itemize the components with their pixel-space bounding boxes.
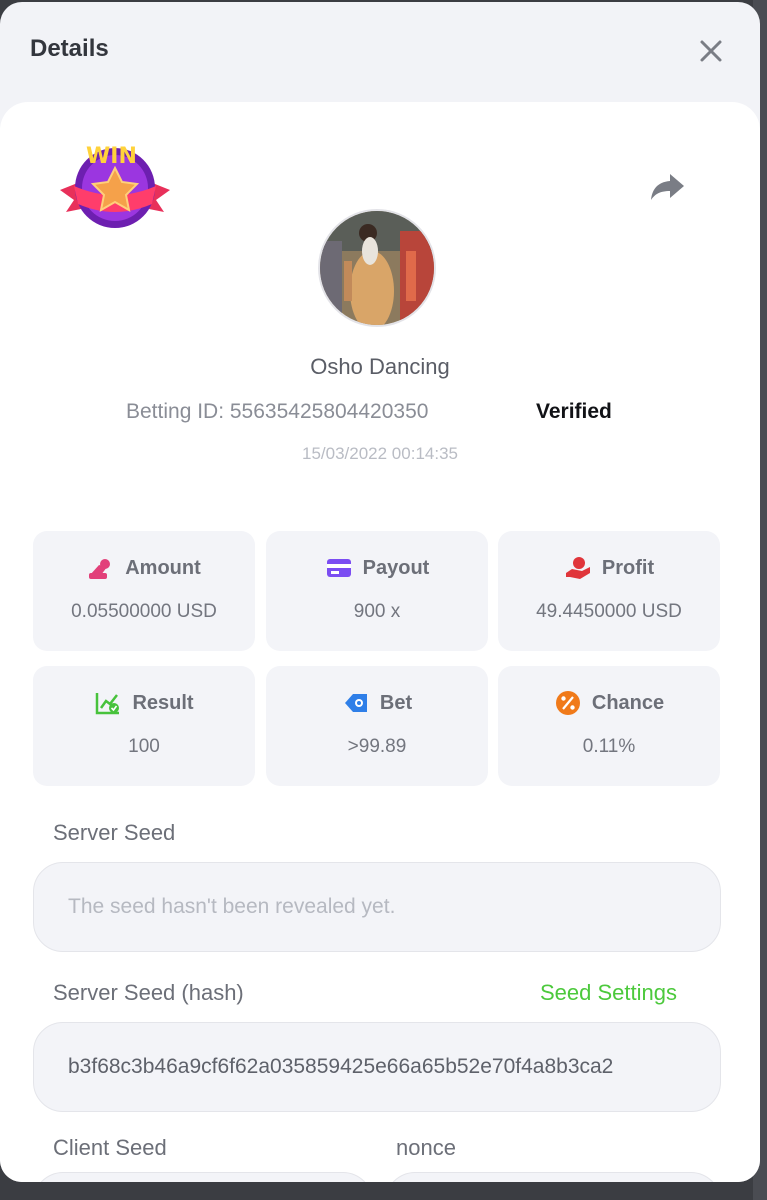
win-badge: WIN	[56, 142, 174, 234]
game-thumbnail	[318, 209, 436, 327]
stat-value: 900 x	[353, 601, 401, 622]
stat-value: 0.05500000 USD	[71, 601, 217, 622]
stat-label: Chance	[591, 691, 665, 714]
card-icon	[326, 559, 351, 577]
close-button[interactable]	[696, 36, 726, 66]
server-seed-hash-field[interactable]	[68, 1023, 688, 1111]
stat-label: Payout	[362, 556, 430, 579]
server-seed-field[interactable]	[68, 863, 688, 951]
game-thumbnail-image	[320, 211, 434, 325]
nonce-label: nonce	[396, 1135, 456, 1160]
close-icon	[700, 40, 722, 62]
stat-label: Profit	[601, 556, 655, 579]
stat-card-payout: Payout 900 x	[266, 531, 488, 651]
nonce-field[interactable]	[385, 1172, 721, 1182]
verified-link[interactable]: Verified	[536, 400, 612, 424]
stat-value: 49.4450000 USD	[536, 601, 682, 622]
stat-value: 100	[128, 736, 160, 757]
server-seed-label: Server Seed	[53, 820, 176, 845]
stat-card-profit: Profit 49.4450000 USD	[498, 531, 720, 651]
server-seed-field-wrapper	[33, 862, 721, 952]
ticket-icon	[344, 694, 367, 712]
hand-money-icon	[565, 557, 590, 579]
stat-card-result: Result 100	[33, 666, 255, 786]
win-badge-text: WIN	[86, 144, 137, 169]
modal-header: Details	[0, 2, 760, 102]
chart-check-icon	[96, 693, 120, 715]
stat-label: Bet	[379, 691, 413, 714]
stat-value: 0.11%	[582, 736, 636, 757]
modal-title: Details	[30, 35, 109, 62]
server-seed-hash-label: Server Seed (hash)	[53, 980, 244, 1005]
client-seed-label: Client Seed	[53, 1135, 167, 1160]
stat-card-amount: Amount 0.05500000 USD	[33, 531, 255, 651]
share-button[interactable]	[648, 168, 688, 204]
details-panel: WIN Osho Dancing Betting ID: 55635425804…	[0, 102, 760, 1182]
bet-timestamp: 15/03/2022 00:14:35	[302, 444, 458, 463]
stat-card-chance: Chance 0.11%	[498, 666, 720, 786]
stat-value: >99.89	[347, 736, 407, 757]
game-name: Osho Dancing	[310, 354, 450, 379]
seed-settings-link[interactable]: Seed Settings	[540, 980, 677, 1006]
client-seed-field[interactable]	[33, 1172, 373, 1182]
details-modal: Details WIN Osho Dancing Betting ID: 556…	[0, 2, 760, 1182]
betting-id: Betting ID: 55635425804420350	[126, 400, 429, 423]
stat-label: Amount	[125, 556, 201, 579]
stat-card-bet: Bet >99.89	[266, 666, 488, 786]
server-seed-hash-field-wrapper	[33, 1022, 721, 1112]
percent-icon	[555, 691, 580, 715]
stat-label: Result	[132, 691, 194, 714]
share-icon	[651, 174, 684, 200]
coins-icon	[89, 559, 111, 579]
